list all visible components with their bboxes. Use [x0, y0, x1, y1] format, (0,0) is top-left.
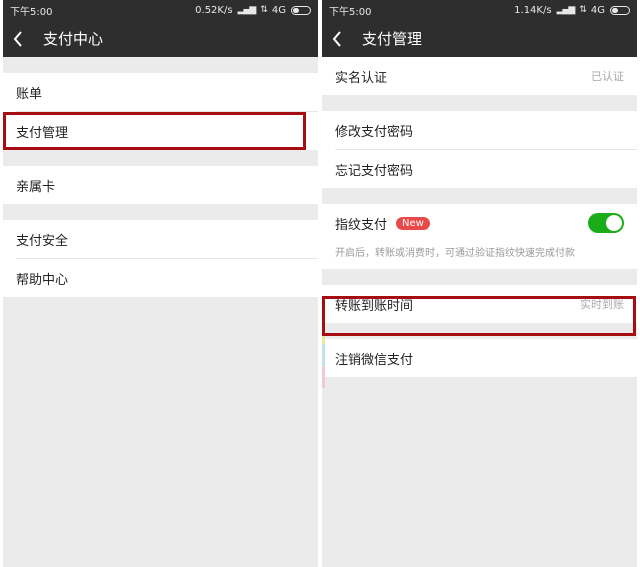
battery-icon: [291, 5, 311, 15]
status-bar: 下午5:00 1.14K/s ▂▄▆ ⇅ 4G: [322, 0, 637, 20]
battery-icon: [610, 5, 630, 15]
edge-decoration: [322, 366, 325, 388]
network-type: 4G: [271, 4, 286, 16]
network-type: 4G: [590, 4, 605, 16]
list-group: 实名认证 已认证: [322, 57, 637, 95]
back-arrow-icon[interactable]: [332, 20, 354, 57]
menu-item-label: 帮助中心: [16, 272, 69, 288]
signal-icon: ▂▄▆: [237, 5, 257, 15]
list-group: 注销微信支付: [322, 339, 637, 377]
status-time: 下午5:00: [10, 6, 53, 18]
menu-item-help-center[interactable]: 帮助中心: [3, 259, 318, 297]
data-arrows-icon: ⇅: [579, 5, 586, 15]
status-bar: 下午5:00 0.52K/s ▂▄▆ ⇅ 4G: [3, 0, 318, 20]
forgot-password-label: 忘记支付密码: [335, 163, 414, 179]
list-group: 支付安全 帮助中心: [3, 220, 318, 297]
list-group: 修改支付密码 忘记支付密码: [322, 111, 637, 188]
fingerprint-toggle[interactable]: [588, 213, 624, 233]
menu-item-payment-security[interactable]: 支付安全: [3, 220, 318, 258]
edge-decoration: [322, 344, 325, 366]
page-title: 支付管理: [362, 30, 423, 48]
list-group: 账单 支付管理: [3, 73, 318, 150]
transfer-time-label: 转账到账时间: [335, 298, 414, 314]
edge-decoration: [322, 322, 325, 344]
payment-center-screen: 下午5:00 0.52K/s ▂▄▆ ⇅ 4G 支付中心 账单 支付管理 亲属卡: [3, 0, 318, 567]
data-arrows-icon: ⇅: [260, 5, 267, 15]
signal-icon: ▂▄▆: [556, 5, 576, 15]
fingerprint-label: 指纹支付: [335, 217, 388, 233]
new-badge: New: [396, 216, 430, 230]
network-speed: 1.14K/s: [514, 4, 552, 16]
cancel-wechat-pay-item[interactable]: 注销微信支付: [322, 339, 637, 377]
list-group: 转账到账时间 实时到账: [322, 285, 637, 323]
menu-item-family-card[interactable]: 亲属卡: [3, 166, 318, 204]
realname-verification-item[interactable]: 实名认证 已认证: [322, 57, 637, 95]
status-time: 下午5:00: [329, 6, 372, 18]
menu-item-bill[interactable]: 账单: [3, 73, 318, 111]
payment-management-screen: 下午5:00 1.14K/s ▂▄▆ ⇅ 4G 支付管理 实名认证 已认证 修改…: [322, 0, 637, 567]
nav-bar: 支付管理: [322, 20, 637, 57]
transfer-time-item[interactable]: 转账到账时间 实时到账: [322, 285, 637, 323]
transfer-time-value: 实时到账: [580, 298, 624, 311]
nav-bar: 支付中心: [3, 20, 318, 57]
menu-item-label: 账单: [16, 86, 43, 102]
change-password-label: 修改支付密码: [335, 124, 414, 140]
realname-status: 已认证: [591, 70, 624, 83]
back-arrow-icon[interactable]: [13, 20, 35, 57]
cancel-label: 注销微信支付: [335, 352, 414, 368]
menu-item-payment-management[interactable]: 支付管理: [3, 112, 318, 150]
fingerprint-group: 指纹支付 New 开启后，转账或消费时，可通过验证指纹快速完成付款: [322, 204, 637, 269]
network-speed: 0.52K/s: [195, 4, 233, 16]
menu-item-label: 亲属卡: [16, 179, 56, 195]
fingerprint-hint: 开启后，转账或消费时，可通过验证指纹快速完成付款: [322, 242, 637, 269]
menu-item-label: 支付安全: [16, 233, 69, 249]
realname-label: 实名认证: [335, 70, 388, 86]
change-password-item[interactable]: 修改支付密码: [322, 111, 637, 149]
list-group: 亲属卡: [3, 166, 318, 204]
page-title: 支付中心: [43, 30, 104, 48]
menu-item-label: 支付管理: [16, 125, 69, 141]
forgot-password-item[interactable]: 忘记支付密码: [322, 150, 637, 188]
fingerprint-pay-item: 指纹支付 New: [322, 204, 637, 242]
